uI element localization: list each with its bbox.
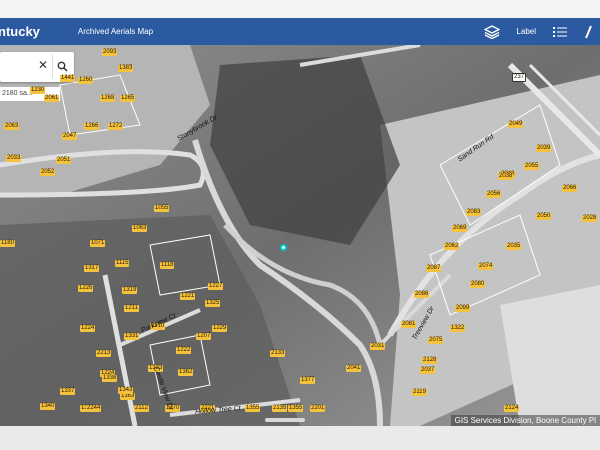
parcel-label: 1211 — [124, 305, 139, 312]
parcel-label: 1268 — [100, 95, 116, 102]
aerial-imagery — [0, 45, 600, 426]
parcel-label: 2049 — [508, 121, 524, 128]
parcel-label: 2061 — [44, 95, 60, 102]
parcel-label: 2133 — [270, 350, 286, 357]
clear-icon[interactable]: ✕ — [38, 58, 48, 72]
map-credit: GIS Services Division, Boone County Pl — [450, 415, 600, 426]
parcel-label: 1207 — [196, 333, 212, 340]
parcel-label: 2028 — [582, 215, 598, 222]
parcel-label: 2038 — [498, 173, 514, 180]
layers-icon[interactable] — [483, 24, 501, 40]
app-header: ntucky Archived Aerials Map Label — [0, 18, 600, 45]
parcel-label: 2037 — [420, 367, 436, 374]
parcel-label: 1317 — [84, 265, 100, 272]
parcel-label: 1071 — [90, 240, 106, 247]
parcel-label: 2056 — [486, 191, 502, 198]
parcel-label: 2124 — [504, 405, 520, 412]
parcel-label: 2087 — [426, 265, 442, 272]
parcel-label: 2041 — [346, 365, 362, 372]
parcel-label: 1377 — [300, 377, 316, 384]
parcel-label: 2083 — [466, 209, 482, 216]
parcel-label: 2039 — [536, 145, 552, 152]
parcel-label: 2075 — [428, 337, 444, 344]
device-bezel — [0, 426, 600, 450]
parcel-label: 1226 — [78, 285, 94, 292]
map-title: Archived Aerials Map — [77, 27, 154, 36]
parcel-label: 2201 — [310, 405, 326, 412]
parcel-label: 2086 — [414, 291, 430, 298]
parcel-label: 1355 — [288, 405, 304, 412]
parcel-label: 1363 — [120, 393, 136, 400]
parcel-label: 2213 — [96, 350, 112, 357]
toolbar-right: Label — [483, 18, 600, 45]
search-icon — [57, 61, 68, 72]
parcel-label: 1230 — [30, 87, 46, 94]
parcel-label: 2081 — [401, 321, 417, 328]
parcel-label: 1336 — [102, 375, 118, 382]
parcel-label: 2035 — [506, 243, 522, 250]
parcel-label: 2066 — [562, 185, 578, 192]
screen: ntucky Archived Aerials Map Label ✕ 2180… — [0, 18, 600, 426]
parcel-label: 1319 — [122, 287, 138, 294]
parcel-label: 1441 — [60, 75, 76, 82]
parcel-label: 1355 — [245, 405, 261, 412]
brand-title: ntucky — [0, 24, 40, 39]
parcel-label: 2062 — [444, 243, 460, 250]
parcel-label: 1055 — [154, 205, 170, 212]
parcel-label: 2063 — [4, 123, 20, 130]
route-shield: 237 — [512, 73, 527, 82]
parcel-label: 1337 — [60, 388, 76, 395]
parcel-label: 1343 — [118, 387, 134, 394]
parcel-label: 2047 — [62, 133, 78, 140]
aerial-map[interactable]: ✕ 2180 sa... 126112671242126012301265126… — [0, 45, 600, 426]
parcel-label: 1362 — [178, 369, 194, 376]
location-marker[interactable] — [280, 244, 287, 251]
parcel-label: 1272 — [108, 123, 124, 130]
parcel-label: 1325 — [205, 300, 221, 307]
parcel-label: 1340 — [40, 403, 56, 410]
parcel-label: 1260 — [78, 77, 94, 84]
parcel-label: 2093 — [102, 49, 118, 56]
parcel-label: 1063 — [132, 225, 148, 232]
parcel-label: 1180 — [0, 240, 15, 247]
parcel-label: 2244 — [86, 405, 102, 412]
device-camera — [265, 418, 305, 422]
parcel-label: 2119 — [412, 389, 427, 396]
parcel-label: 1331 — [124, 333, 140, 340]
parcel-label: 1221 — [180, 293, 196, 300]
parcel-label: 2033 — [6, 155, 22, 162]
parcel-label: 1222 — [176, 347, 192, 354]
parcel-label: 1224 — [80, 325, 96, 332]
parcel-label: 2128 — [422, 357, 438, 364]
parcel-label: 1383 — [118, 65, 134, 72]
parcel-label: 2080 — [470, 281, 486, 288]
parcel-label: 2099 — [455, 305, 471, 312]
parcel-label: 1266 — [84, 123, 100, 130]
parcel-label: 1227 — [208, 283, 224, 290]
parcel-label: 2031 — [370, 343, 386, 350]
parcel-label: 2112 — [134, 405, 149, 412]
legend-list-icon[interactable] — [552, 24, 568, 40]
parcel-label: 1265 — [120, 95, 136, 102]
parcel-label: 2052 — [40, 169, 56, 176]
parcel-label: 1322 — [450, 325, 466, 332]
measure-icon[interactable] — [584, 24, 592, 40]
parcel-label: 2051 — [56, 157, 72, 164]
parcel-label: 1118 — [160, 262, 175, 269]
parcel-label: 1115 — [115, 260, 130, 267]
label-button[interactable]: Label — [516, 27, 536, 36]
parcel-label: 2135 — [272, 405, 288, 412]
parcel-label: 2069 — [452, 225, 468, 232]
parcel-label: 2055 — [524, 163, 540, 170]
parcel-label: 1229 — [212, 325, 228, 332]
parcel-label: 2074 — [478, 263, 494, 270]
parcel-label: 2050 — [536, 213, 552, 220]
